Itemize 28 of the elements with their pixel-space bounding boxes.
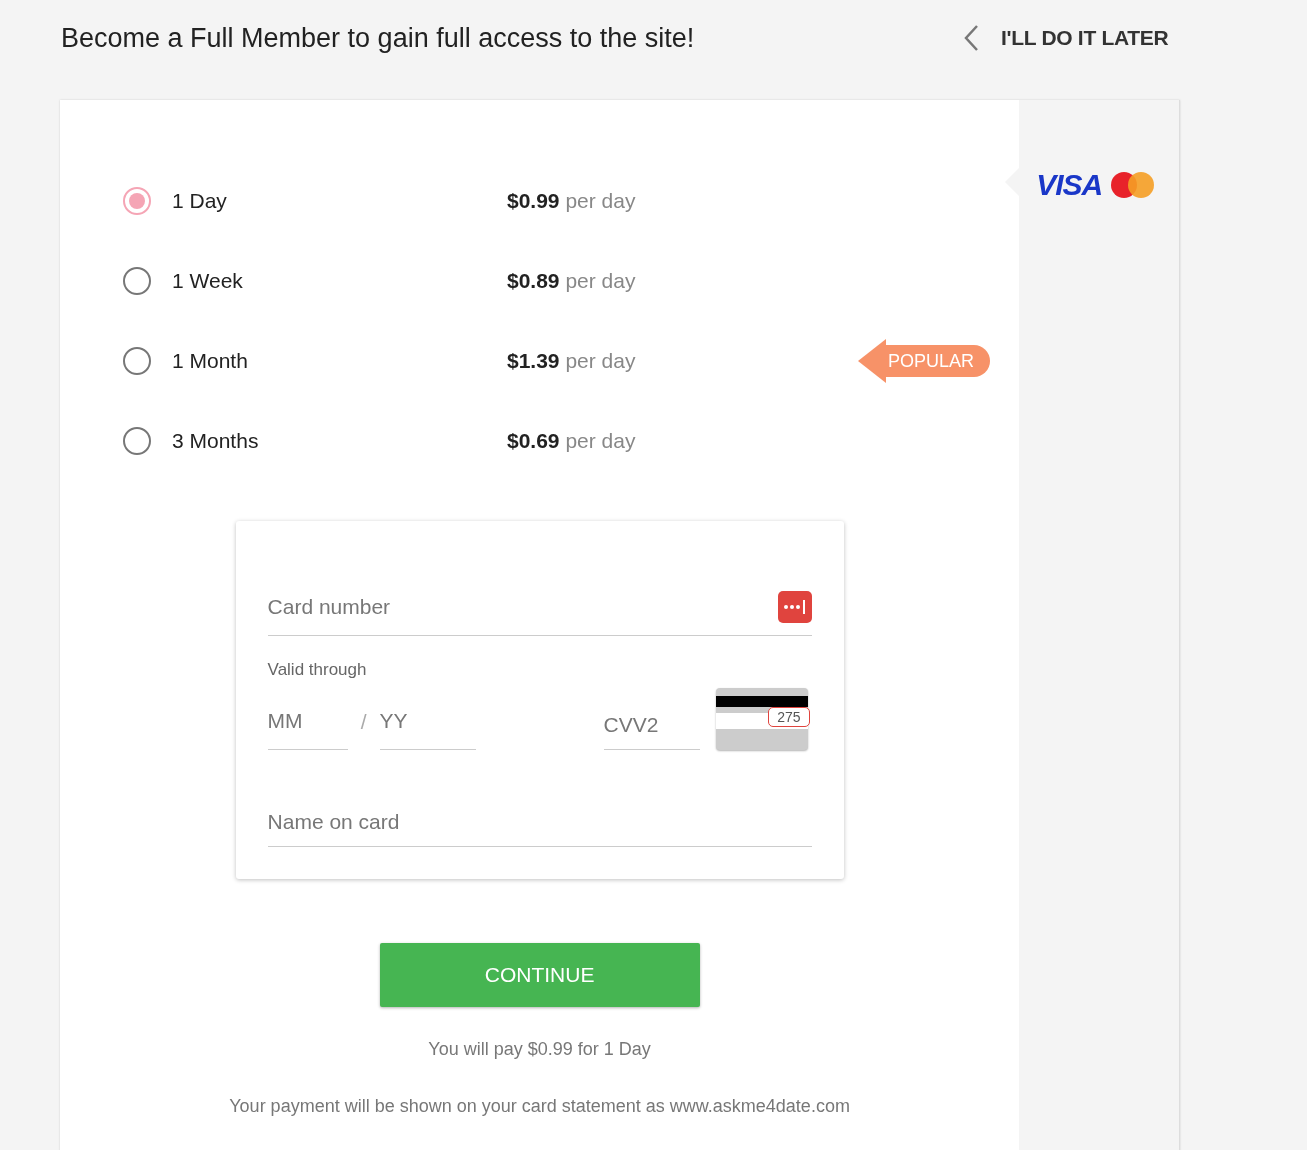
year-field[interactable]: YY — [379, 709, 476, 750]
valid-through-label: Valid through — [267, 660, 368, 680]
separator: / — [359, 710, 368, 735]
card-number-field[interactable]: Card number — [267, 595, 778, 619]
visa-logo: VISA — [1036, 168, 1103, 202]
skip-link[interactable]: I'LL DO IT LATER — [1001, 26, 1169, 50]
radio-button[interactable] — [123, 267, 151, 295]
plan-price: $0.89 per day — [507, 269, 636, 293]
plan-label: 3 Months — [172, 429, 260, 453]
mastercard-icon — [1110, 171, 1157, 199]
radio-button[interactable] — [123, 187, 151, 215]
month-field[interactable]: MM — [267, 709, 348, 750]
radio-button[interactable] — [123, 427, 151, 455]
plan-price: $0.99 per day — [507, 189, 636, 213]
name-field[interactable]: Name on card — [267, 810, 812, 834]
radio-button[interactable] — [123, 347, 151, 375]
plan-price: $0.69 per day — [507, 429, 636, 453]
page-title: Become a Full Member to gain full access to the site! — [61, 22, 696, 54]
payment-summary: You will pay $0.99 for 1 Day — [428, 1039, 651, 1060]
cvv-sample: 275 — [768, 707, 810, 727]
plan-price: $1.39 per day — [507, 349, 636, 373]
statement-note: Your payment will be shown on your card statement as www.askme4date.com — [229, 1096, 850, 1117]
cvv-field[interactable]: CVV2 — [603, 713, 700, 750]
back-icon[interactable] — [963, 24, 979, 52]
plan-label: 1 Day — [172, 189, 228, 213]
plan-label: 1 Week — [172, 269, 244, 293]
plan-label: 1 Month — [172, 349, 249, 373]
password-icon — [777, 591, 812, 623]
